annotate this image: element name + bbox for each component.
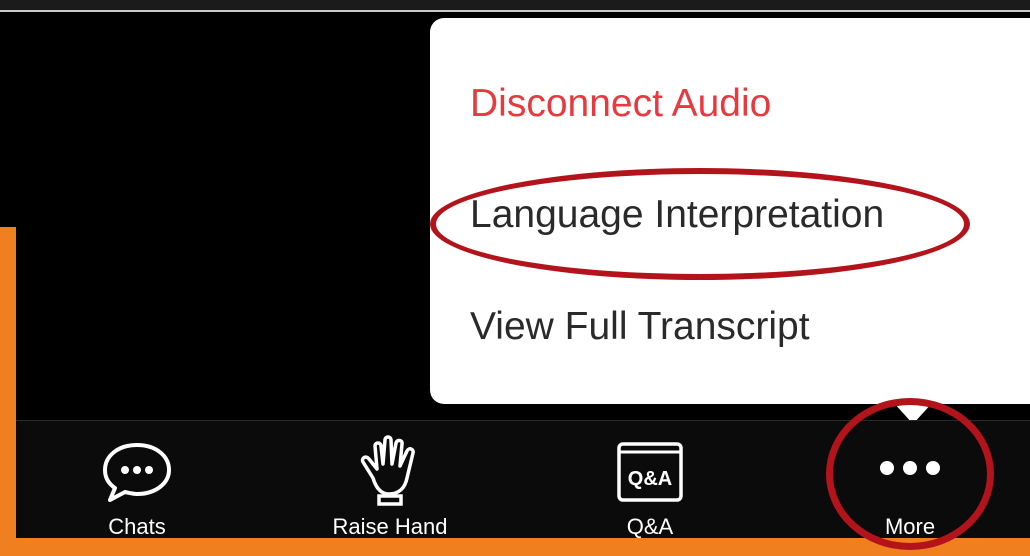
qa-label: Q&A [626, 514, 674, 539]
qa-button[interactable]: Q&A Q&A [565, 420, 735, 539]
menu-item-view-full-transcript[interactable]: View Full Transcript [470, 305, 810, 349]
menu-item-disconnect-audio[interactable]: Disconnect Audio [470, 82, 771, 126]
raise-hand-icon [355, 434, 425, 511]
chats-label: Chats [108, 514, 166, 539]
top-window-edge [0, 0, 1030, 12]
chats-button[interactable]: Chats [52, 420, 222, 539]
qa-icon-text: Q&A [628, 468, 672, 490]
more-label: More [884, 514, 936, 539]
chat-bubble-icon [100, 440, 174, 509]
more-button[interactable]: More [825, 420, 995, 539]
raise-hand-label: Raise Hand [332, 514, 448, 539]
more-dots-icon [875, 458, 945, 483]
raise-hand-button[interactable]: Raise Hand [305, 420, 475, 539]
qa-icon: Q&A [613, 440, 687, 509]
orange-bottom-border [0, 538, 1030, 556]
menu-item-language-interpretation[interactable]: Language Interpretation [470, 193, 884, 237]
